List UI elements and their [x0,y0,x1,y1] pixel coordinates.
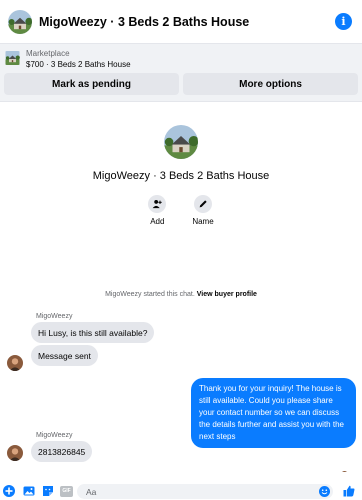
profile-card: MigoWeezy · 3 Beds 2 Baths House Add Nam… [0,125,362,226]
sender-avatar[interactable] [7,355,23,371]
mark-as-pending-button[interactable]: Mark as pending [4,73,179,95]
conversation-title[interactable]: MigoWeezy · 3 Beds 2 Baths House [39,15,249,29]
listing-info: Marketplace $700 · 3 Beds 2 Baths House [26,48,131,70]
view-buyer-profile-link[interactable]: View buyer profile [197,291,257,298]
person-photo-icon [341,471,348,472]
person-photo-icon [7,445,23,461]
message-sender: MigoWeezy [36,313,73,320]
listing-thumbnail[interactable] [5,51,20,65]
person-photo-icon [7,355,23,371]
message-composer: GIF Aa [0,482,362,500]
incoming-message-bubble[interactable]: Message sent [31,345,98,366]
incoming-message-bubble[interactable]: 2813826845 [31,441,93,462]
conversation-avatar[interactable] [8,10,32,34]
chat-started-text: MigoWeezy started this chat. [105,291,195,298]
listing-actions: Mark as pending More options [4,73,358,95]
photo-icon[interactable] [23,485,35,497]
listing-summary[interactable]: $700 · 3 Beds 2 Baths House [26,59,131,70]
chat-started-notice: MigoWeezy started this chat. View buyer … [0,291,362,298]
profile-actions: Add Name [0,195,362,226]
more-options-button[interactable]: More options [183,73,358,95]
listing-bar: Marketplace $700 · 3 Beds 2 Baths House … [0,44,362,102]
outgoing-message-bubble[interactable]: Thank you for your inquiry! The house is… [191,378,356,448]
house-photo-icon [164,125,198,159]
info-icon[interactable]: i [335,13,352,30]
add-person-icon [148,195,167,213]
add-label: Add [150,217,165,226]
marketplace-label: Marketplace [26,49,70,58]
gif-label: GIF [62,488,71,494]
chat-header: MigoWeezy · 3 Beds 2 Baths House i [0,0,362,44]
gif-icon[interactable]: GIF [60,485,73,497]
message-input-placeholder: Aa [86,486,97,497]
message-sender: MigoWeezy [36,432,73,439]
profile-picture[interactable] [164,125,198,159]
read-receipt-avatar [341,465,348,472]
sticker-icon[interactable] [42,485,54,497]
message-input[interactable]: Aa [77,484,333,499]
name-label: Name [192,217,214,226]
plus-icon[interactable] [3,485,15,497]
thumbs-up-icon[interactable] [343,485,355,497]
house-photo-icon [5,51,20,65]
pencil-icon [194,195,212,213]
profile-name: MigoWeezy · 3 Beds 2 Baths House [92,170,270,182]
incoming-message-bubble[interactable]: Hi Lusy, is this still available? [31,322,155,343]
house-photo-icon [8,10,32,34]
emoji-icon[interactable] [319,486,330,497]
sender-avatar[interactable] [7,445,23,461]
edit-name-button[interactable]: Name [192,195,214,226]
add-people-button[interactable]: Add [148,195,167,226]
